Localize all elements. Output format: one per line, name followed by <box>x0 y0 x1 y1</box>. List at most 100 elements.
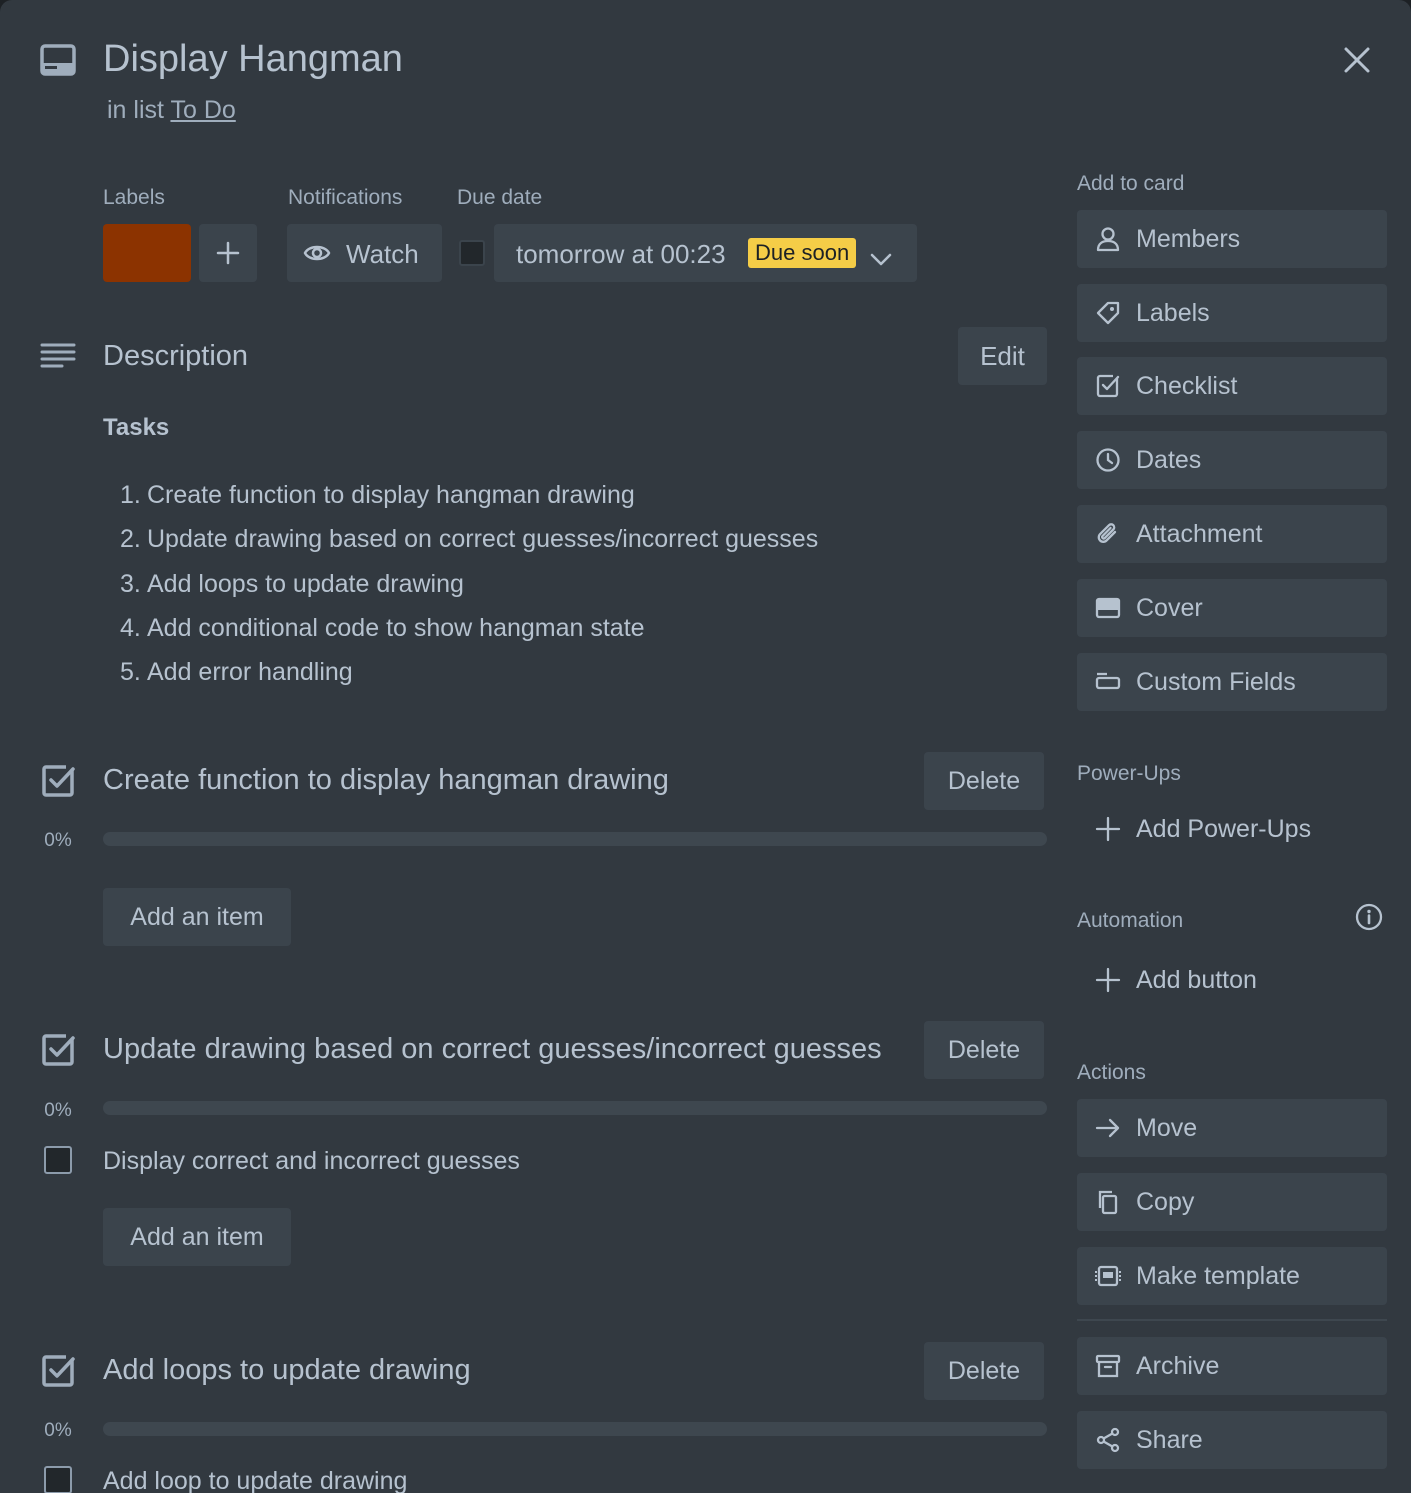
watch-button[interactable]: Watch <box>287 224 442 282</box>
copy-button[interactable]: Copy <box>1077 1173 1387 1231</box>
actions-divider <box>1077 1319 1387 1321</box>
checklist-title[interactable]: Create function to display hangman drawi… <box>103 764 669 797</box>
due-date-value: tomorrow at 00:23 <box>516 239 726 269</box>
due-date-heading: Due date <box>457 186 543 209</box>
share-label: Share <box>1136 1426 1203 1454</box>
delete-checklist-button[interactable]: Delete <box>924 1342 1044 1400</box>
custom-fields-icon <box>1095 669 1121 695</box>
actions-heading: Actions <box>1077 1061 1146 1084</box>
move-label: Move <box>1136 1114 1198 1142</box>
checklist-item-text[interactable]: Display correct and incorrect guesses <box>103 1147 520 1176</box>
add-label-button[interactable] <box>199 224 257 282</box>
task-list-item: 3. Add loops to update drawing <box>120 569 464 598</box>
dates-label: Dates <box>1136 446 1202 474</box>
add-power-ups-label: Add Power-Ups <box>1136 815 1312 843</box>
task-list-item: 4. Add conditional code to show hangman s… <box>120 613 645 642</box>
clock-icon <box>1095 447 1121 473</box>
list-prefix: in list <box>107 96 164 124</box>
checklist-icon <box>1095 373 1121 399</box>
add-to-card-heading: Add to card <box>1077 172 1185 195</box>
notifications-heading: Notifications <box>288 186 403 209</box>
plus-icon <box>1095 967 1121 993</box>
share-button[interactable]: Share <box>1077 1411 1387 1469</box>
custom-fields-label: Custom Fields <box>1136 668 1296 696</box>
checklist-percent: 0% <box>44 1100 72 1121</box>
add-item-button[interactable]: Add an item <box>103 1208 291 1266</box>
cover-label: Cover <box>1136 594 1203 622</box>
tag-icon <box>1095 300 1121 326</box>
task-list-item: 1. Create function to display hangman dra… <box>120 481 635 509</box>
paperclip-icon <box>1095 521 1121 547</box>
due-date-checkbox[interactable] <box>459 240 485 266</box>
add-item-button[interactable]: Add an item <box>103 888 291 946</box>
due-soon-badge: Due soon <box>748 238 857 268</box>
delete-checklist-button[interactable]: Delete <box>924 1021 1044 1079</box>
checklist-icon <box>42 765 76 797</box>
checklist-progress-bar <box>103 1101 1047 1115</box>
card-detail-modal: Display Hangman in list To Do Labels Not… <box>0 0 1411 1493</box>
attachment-label: Attachment <box>1136 520 1263 548</box>
watch-label: Watch <box>346 239 419 269</box>
checklist-title[interactable]: Add loops to update drawing <box>103 1354 471 1387</box>
archive-icon <box>1095 1353 1121 1379</box>
label-chip[interactable] <box>103 224 191 282</box>
labels-heading: Labels <box>103 186 165 209</box>
cover-icon <box>1095 595 1121 621</box>
automation-heading: Automation <box>1077 909 1184 932</box>
list-link[interactable]: To Do <box>170 96 235 124</box>
add-automation-button[interactable]: Add button <box>1077 951 1387 1009</box>
plus-icon <box>1095 816 1121 842</box>
delete-checklist-button[interactable]: Delete <box>924 752 1044 810</box>
edit-description-button[interactable]: Edit <box>958 327 1047 385</box>
checklist-percent: 0% <box>44 830 72 851</box>
checklist-item-checkbox[interactable] <box>44 1146 72 1174</box>
description-task-list: 1. Create function to display hangman dra… <box>120 478 818 699</box>
attachment-button[interactable]: Attachment <box>1077 505 1387 563</box>
task-list-item: 5. Add error handling <box>120 658 353 687</box>
checklist-icon <box>42 1355 76 1387</box>
checklist-icon <box>42 1034 76 1066</box>
share-icon <box>1095 1427 1121 1453</box>
checklist-progress-bar <box>103 1422 1047 1436</box>
close-icon[interactable] <box>1342 45 1372 75</box>
person-icon <box>1095 226 1121 252</box>
checklist-button[interactable]: Checklist <box>1077 357 1387 415</box>
due-date-button[interactable]: tomorrow at 00:23 Due soon <box>494 224 917 282</box>
archive-button[interactable]: Archive <box>1077 1337 1387 1395</box>
copy-label: Copy <box>1136 1188 1195 1216</box>
cover-button[interactable]: Cover <box>1077 579 1387 637</box>
checklist-item-checkbox[interactable] <box>44 1466 72 1493</box>
checklist-item-text[interactable]: Add loop to update drawing <box>103 1467 407 1493</box>
checklist-label: Checklist <box>1136 372 1238 400</box>
checklist-progress-bar <box>103 832 1047 846</box>
add-button-label: Add button <box>1136 966 1257 994</box>
card-icon <box>40 44 76 76</box>
chevron-down-icon <box>870 244 892 266</box>
template-icon <box>1095 1263 1121 1289</box>
edit-label: Edit <box>980 340 1025 371</box>
arrow-right-icon <box>1095 1115 1121 1141</box>
members-button[interactable]: Members <box>1077 210 1387 268</box>
make-template-label: Make template <box>1136 1262 1300 1290</box>
card-title[interactable]: Display Hangman <box>103 38 403 81</box>
plus-icon <box>216 241 240 265</box>
description-heading: Description <box>103 340 249 372</box>
move-button[interactable]: Move <box>1077 1099 1387 1157</box>
members-label: Members <box>1136 225 1241 253</box>
checklist-title[interactable]: Update drawing based on correct guesses/… <box>103 1033 882 1066</box>
power-ups-heading: Power-Ups <box>1077 762 1181 785</box>
dates-button[interactable]: Dates <box>1077 431 1387 489</box>
info-icon[interactable] <box>1355 903 1383 931</box>
custom-fields-button[interactable]: Custom Fields <box>1077 653 1387 711</box>
make-template-button[interactable]: Make template <box>1077 1247 1387 1305</box>
copy-icon <box>1095 1189 1121 1215</box>
archive-label: Archive <box>1136 1352 1220 1380</box>
labels-button[interactable]: Labels <box>1077 284 1387 342</box>
description-icon <box>40 342 76 370</box>
add-power-ups-button[interactable]: Add Power-Ups <box>1077 800 1387 858</box>
description-subheading: Tasks <box>103 414 170 441</box>
checklist-percent: 0% <box>44 1420 72 1441</box>
labels-label: Labels <box>1136 299 1210 327</box>
eye-icon <box>303 241 331 265</box>
card-list-info: in list To Do <box>107 96 236 125</box>
